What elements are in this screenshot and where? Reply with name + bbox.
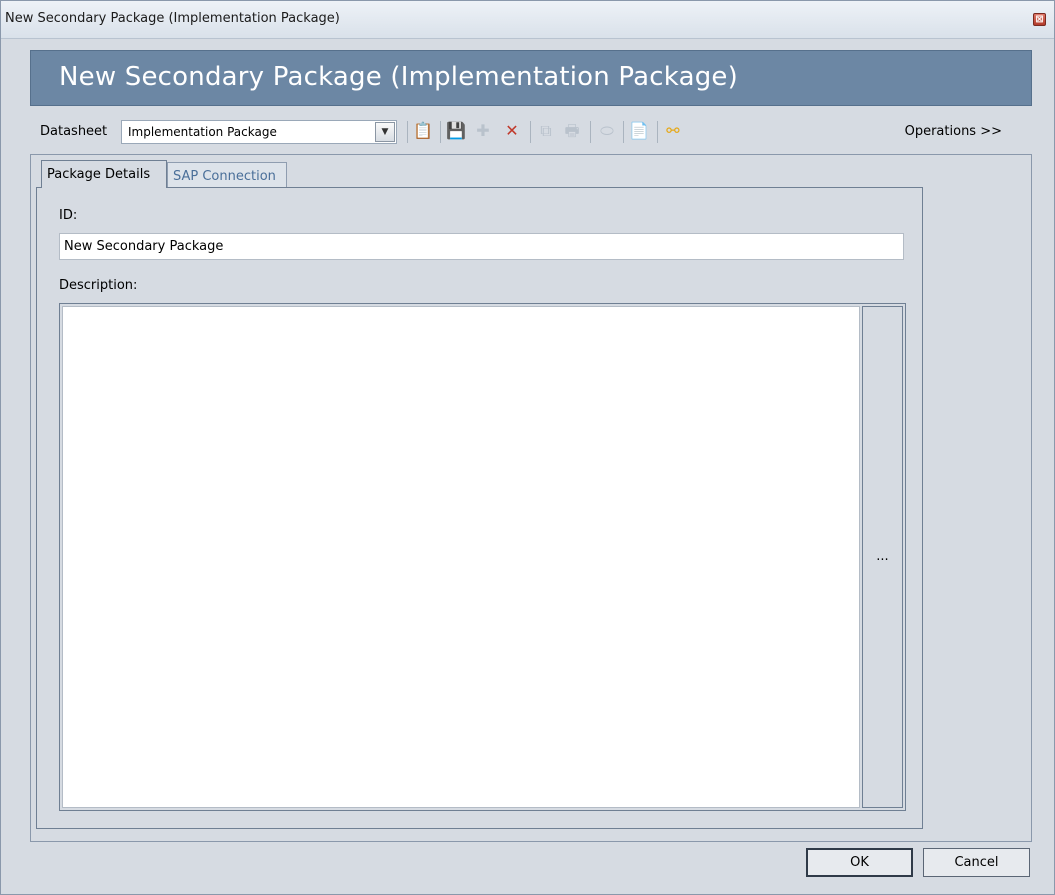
cancel-button[interactable]: Cancel (923, 848, 1030, 877)
content-area: Package Details SAP Connection ID: New S… (30, 154, 1032, 842)
datasheet-select[interactable]: Implementation Package ▼ (121, 120, 397, 144)
copy-icon[interactable]: ⧉ (535, 120, 557, 142)
description-expand-button[interactable]: ... (862, 306, 903, 808)
toolbar-separator (623, 121, 624, 143)
tab-panel-package-details: ID: New Secondary Package Description: ▲… (36, 187, 923, 829)
paste-icon[interactable]: 📋 (412, 120, 434, 142)
save-icon[interactable]: 💾 (445, 120, 467, 142)
report-icon[interactable]: 📄 (628, 120, 650, 142)
print-icon[interactable]: 🖶 (561, 120, 583, 142)
description-field[interactable] (62, 306, 860, 808)
id-field[interactable]: New Secondary Package (59, 233, 904, 260)
description-label: Description: (59, 278, 138, 293)
toolbar-separator (407, 121, 408, 143)
banner-title: New Secondary Package (Implementation Pa… (59, 62, 738, 92)
share-icon[interactable]: ⚯ (662, 120, 684, 142)
datasheet-label: Datasheet (40, 124, 108, 139)
chevron-down-icon[interactable]: ▼ (375, 122, 395, 142)
description-container: ▲ ▼ ... (59, 303, 906, 811)
tab-sap-connection[interactable]: SAP Connection (167, 162, 287, 188)
header-banner: New Secondary Package (Implementation Pa… (30, 50, 1032, 106)
operations-link[interactable]: Operations >> (905, 124, 1002, 139)
id-field-value: New Secondary Package (64, 239, 224, 254)
tab-package-details[interactable]: Package Details (41, 160, 167, 188)
dialog-window: New Secondary Package (Implementation Pa… (0, 0, 1055, 895)
toolbar-separator (657, 121, 658, 143)
delete-icon[interactable]: ✕ (501, 120, 523, 142)
close-icon[interactable]: ⊠ (1033, 13, 1046, 26)
title-bar[interactable]: New Secondary Package (Implementation Pa… (1, 1, 1054, 39)
new-record-icon[interactable]: ✚ (472, 120, 494, 142)
toolbar-separator (590, 121, 591, 143)
toolbar-separator (440, 121, 441, 143)
id-label: ID: (59, 208, 78, 223)
ok-button[interactable]: OK (806, 848, 913, 877)
send-icon[interactable]: ⬭ (596, 120, 618, 142)
toolbar-separator (530, 121, 531, 143)
datasheet-selected-value: Implementation Package (128, 125, 277, 139)
window-title: New Secondary Package (Implementation Pa… (5, 11, 340, 26)
toolbar: Datasheet Implementation Package ▼ 📋 💾 ✚… (30, 117, 1032, 149)
